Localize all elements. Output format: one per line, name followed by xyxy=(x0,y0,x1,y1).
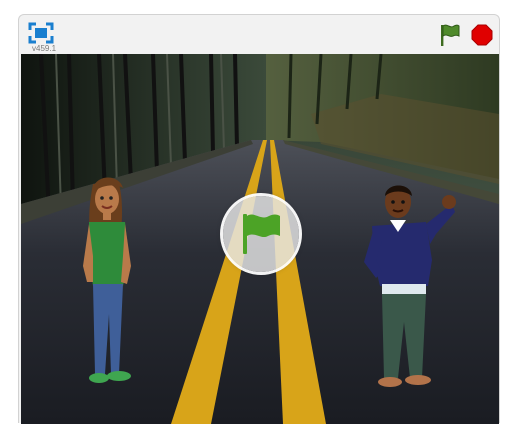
project-player: v459.1 xyxy=(18,14,500,424)
girl-character[interactable] xyxy=(79,174,149,389)
stop-sign-icon xyxy=(471,24,493,46)
green-flag-icon xyxy=(441,24,460,46)
green-flag-icon xyxy=(243,214,280,254)
player-controls-bar: v459.1 xyxy=(19,15,499,53)
fullscreen-icon xyxy=(28,22,54,44)
green-flag-button[interactable] xyxy=(439,23,461,47)
stop-button[interactable] xyxy=(471,24,493,46)
green-flag-overlay-button[interactable] xyxy=(223,196,299,272)
boy-character-waving[interactable] xyxy=(356,182,456,392)
stage[interactable] xyxy=(21,54,499,424)
version-label: v459.1 xyxy=(32,44,57,53)
fullscreen-button[interactable] xyxy=(28,22,54,44)
